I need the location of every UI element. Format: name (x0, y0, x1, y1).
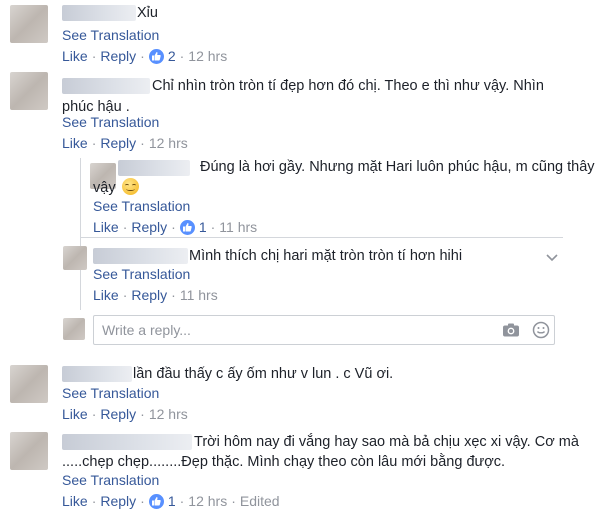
separator: · (91, 493, 97, 509)
separator: · (231, 493, 236, 509)
separator: · (179, 48, 185, 64)
timestamp[interactable]: 12 hrs (149, 135, 188, 151)
separator: · (210, 219, 216, 235)
timestamp[interactable]: 12 hrs (188, 493, 227, 509)
see-translation-link[interactable]: See Translation (62, 385, 159, 401)
like-button[interactable]: Like (62, 48, 88, 64)
separator: · (171, 219, 176, 235)
like-count[interactable]: 1 (168, 493, 176, 509)
comment-actions: Like · Reply · 1 · 11 hrs (93, 219, 257, 235)
separator: · (140, 48, 145, 64)
see-translation-link[interactable]: See Translation (93, 198, 190, 214)
commenter-name[interactable] (62, 5, 136, 21)
emoji-icon[interactable] (532, 321, 550, 344)
like-button[interactable]: Like (62, 135, 88, 151)
separator: · (140, 406, 145, 422)
commenter-name[interactable] (62, 434, 192, 450)
like-icon[interactable] (179, 219, 195, 235)
like-button[interactable]: Like (62, 406, 88, 422)
like-count[interactable]: 1 (199, 219, 207, 235)
like-button[interactable]: Like (62, 493, 88, 509)
reply-button[interactable]: Reply (131, 219, 167, 235)
see-translation-link[interactable]: See Translation (62, 472, 159, 488)
commenter-name[interactable] (93, 248, 188, 264)
reply-button[interactable]: Reply (100, 406, 136, 422)
avatar[interactable] (10, 432, 48, 470)
separator: · (140, 135, 145, 151)
comment-actions: Like · Reply · 2 · 12 hrs (62, 48, 227, 64)
see-translation-link[interactable]: See Translation (62, 27, 159, 43)
like-count[interactable]: 2 (168, 48, 176, 64)
timestamp[interactable]: 11 hrs (180, 287, 218, 303)
comment-actions: Like · Reply · 1 · 12 hrs · Edited (62, 493, 280, 509)
reply-button[interactable]: Reply (100, 48, 136, 64)
comment-actions: Like · Reply · 11 hrs (93, 287, 218, 303)
comment-text: .....chẹp chẹp........Đẹp thặc. Mình chạ… (62, 454, 506, 470)
timestamp[interactable]: 11 hrs (219, 219, 257, 235)
like-icon[interactable] (148, 493, 164, 509)
separator: · (122, 287, 128, 303)
reply-button[interactable]: Reply (100, 135, 136, 151)
commenter-name[interactable] (62, 78, 150, 94)
reply-input[interactable] (94, 316, 474, 344)
see-translation-link[interactable]: See Translation (93, 266, 190, 282)
comment-actions: Like · Reply · 12 hrs (62, 406, 188, 422)
comment-text: Mình thích chị hari mặt tròn tròn tí hơn… (189, 248, 463, 264)
timestamp[interactable]: 12 hrs (188, 48, 227, 64)
separator: · (171, 287, 176, 303)
avatar[interactable] (10, 5, 48, 43)
commenter-name[interactable] (118, 160, 190, 176)
smiling-face-icon (121, 178, 139, 195)
commenter-name[interactable] (62, 366, 132, 382)
avatar[interactable] (63, 246, 87, 270)
separator: · (140, 493, 145, 509)
reply-button[interactable]: Reply (131, 287, 167, 303)
avatar (63, 318, 85, 340)
like-button[interactable]: Like (93, 219, 119, 235)
separator: · (91, 48, 97, 64)
chevron-down-icon[interactable] (545, 250, 559, 268)
comment-text: Chỉ nhìn tròn tròn tí đẹp hơn đó chị. Th… (152, 78, 544, 94)
reply-box[interactable] (93, 315, 555, 345)
comment-text: Đúng là hơi gầy. Nhưng mặt Hari luôn phú… (200, 159, 595, 175)
timestamp[interactable]: 12 hrs (149, 406, 188, 422)
camera-icon[interactable] (502, 322, 520, 343)
like-icon[interactable] (148, 48, 164, 64)
reply-thread-divider (80, 237, 563, 238)
edited-label[interactable]: Edited (240, 493, 280, 509)
separator: · (91, 135, 97, 151)
reply-thread-line (80, 158, 81, 310)
like-button[interactable]: Like (93, 287, 119, 303)
separator: · (179, 493, 185, 509)
comment-text: lần đầu thấy c ấy ốm như v lun . c Vũ ơi… (133, 366, 394, 382)
separator: · (122, 219, 128, 235)
see-translation-link[interactable]: See Translation (62, 114, 159, 130)
comment-text: Trời hôm nay đi vắng hay sao mà bả chịu … (194, 434, 579, 450)
reply-button[interactable]: Reply (100, 493, 136, 509)
comment-text: Xỉu (137, 5, 158, 21)
comment-text: vậy (93, 178, 139, 198)
separator: · (91, 406, 97, 422)
avatar[interactable] (10, 72, 48, 110)
avatar[interactable] (10, 365, 48, 403)
comment-actions: Like · Reply · 12 hrs (62, 135, 188, 151)
